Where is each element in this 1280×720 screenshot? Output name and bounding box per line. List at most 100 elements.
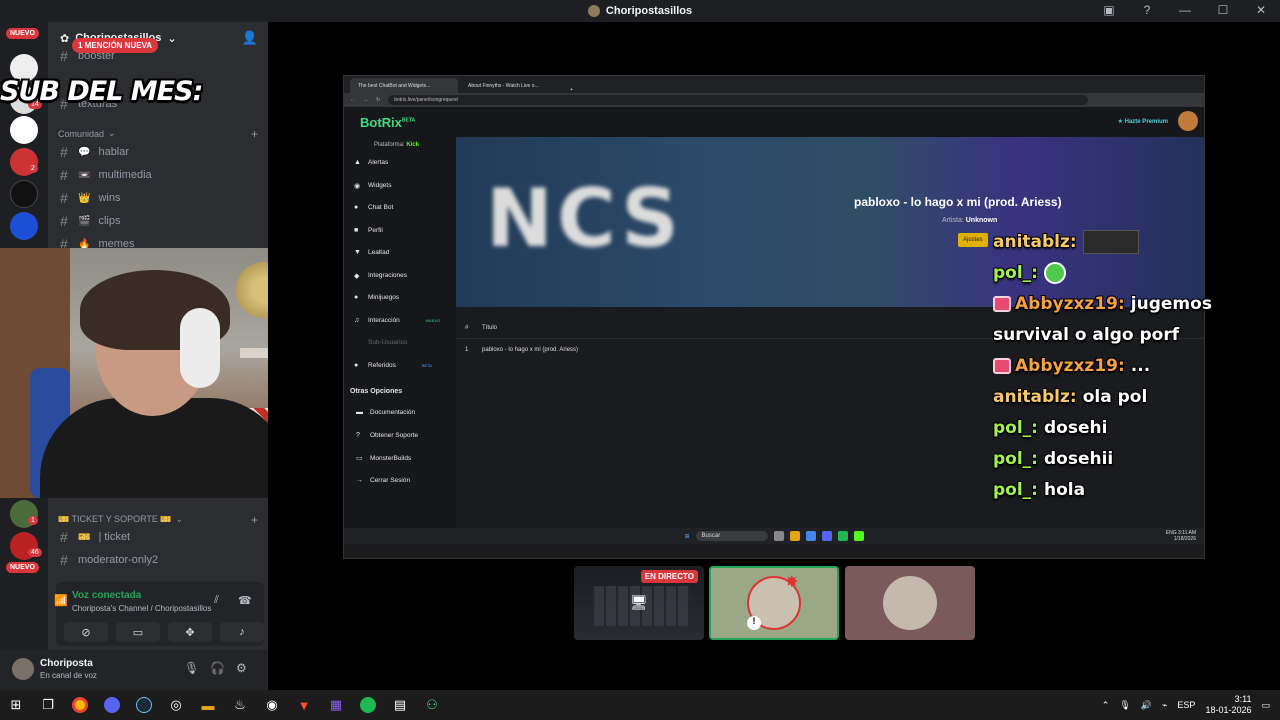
invite-icon[interactable]: 👤	[242, 30, 258, 46]
other-option-item[interactable]: ▭ MonsterBuilds	[356, 454, 411, 463]
heart-badge-icon	[993, 357, 1011, 374]
chat-text: survival o algo porf	[993, 324, 1180, 345]
nav-item[interactable]: ● Referidos BETA	[354, 362, 432, 369]
kick-icon[interactable]	[853, 531, 864, 541]
help-icon[interactable]: ?	[1138, 3, 1156, 17]
noise-suppression-icon[interactable]: ⫽	[214, 594, 219, 607]
url-field[interactable]: botrix.live/panel/songrequest	[388, 95, 1089, 105]
signal-icon[interactable]: 📶	[54, 594, 68, 607]
channel-moderator-only2[interactable]: # moderator-only2	[56, 550, 262, 570]
participant-tile-user[interactable]	[845, 566, 975, 640]
apps-grid-icon[interactable]: ▦	[320, 690, 352, 720]
nav-item[interactable]: Sub-Usuarios	[354, 339, 407, 346]
browser-address-bar: ← → ↻ botrix.live/panel/songrequest	[344, 93, 1204, 107]
server-icon-6[interactable]	[10, 212, 38, 240]
soundboard-button[interactable]: ♪	[220, 622, 264, 642]
participant-tile-stream[interactable]: 🖥 EN DIRECTO	[574, 566, 704, 640]
nav-item[interactable]: ♫ Interacción NUEVO	[354, 317, 440, 324]
spotify-icon[interactable]	[837, 531, 848, 541]
camera-off-button[interactable]: ⊘	[64, 622, 108, 642]
channel-ticket[interactable]: # 🎫 | ticket	[56, 527, 262, 547]
chrome-icon[interactable]	[64, 690, 96, 720]
other-option-item[interactable]: ? Obtener Soporte	[356, 432, 418, 439]
botrix-logo[interactable]: BotRixBETA	[360, 115, 415, 130]
windows-start-icon[interactable]: ⊞	[684, 533, 689, 540]
screen-share-button[interactable]: ▭	[116, 622, 160, 642]
nav-item[interactable]: ▼ Lealtad	[354, 249, 389, 256]
nav-item[interactable]: ● Minijuegos	[354, 294, 399, 301]
chat-overlay: anitablz: pol_: Abbyzxz19: jugemos survival …	[993, 226, 1273, 505]
artist-label: Artista: Unknown	[942, 217, 998, 224]
reload-icon[interactable]: ↻	[376, 97, 380, 103]
new-mention-pill[interactable]: 1 MENCIÓN NUEVA	[72, 38, 159, 53]
discord-icon[interactable]	[821, 531, 832, 541]
voice-status[interactable]: Voz conectada	[72, 590, 141, 601]
add-channel-icon[interactable]: +	[251, 127, 258, 141]
channel-multimedia[interactable]: # 📼 multimedia	[56, 165, 262, 185]
remote-search[interactable]: Buscar	[695, 531, 768, 541]
nav-item[interactable]: ■ Perfil	[354, 227, 383, 234]
maximize-icon[interactable]: ☐	[1214, 3, 1232, 17]
microphone-icon[interactable]: 🎙	[1119, 700, 1130, 711]
back-icon[interactable]: ←	[350, 97, 355, 103]
add-channel-icon[interactable]: +	[251, 513, 258, 527]
close-icon[interactable]: ✕	[1252, 3, 1270, 17]
volume-icon[interactable]: 🔊	[1141, 700, 1152, 711]
obs-icon[interactable]: ◉	[256, 690, 288, 720]
nav-item[interactable]: ◆ Integraciones	[354, 272, 407, 280]
botrix-header: BotRixBETA ★ Hazte Premium	[344, 107, 1204, 137]
emote-image	[1082, 229, 1139, 254]
gear-icon[interactable]: ⚙	[236, 661, 247, 675]
avatar	[883, 576, 937, 630]
spotify-icon[interactable]	[352, 690, 384, 720]
microphone-icon[interactable]: 🎙	[184, 661, 199, 675]
language-indicator[interactable]: ESP	[1177, 700, 1195, 710]
activities-button[interactable]: ✥	[168, 622, 212, 642]
remote-clock: ENG 3:11 AM 1/18/2026	[1165, 530, 1196, 542]
browser-tab-1[interactable]: The best ChatBot and Widgets...	[350, 78, 458, 93]
category-comunidad[interactable]: Comunidad ⌄ +	[58, 127, 258, 141]
headphones-icon[interactable]: 🎧	[210, 661, 225, 675]
browser-tab-2[interactable]: About Finnyths - Watch Live o...	[460, 78, 568, 93]
category-ticket[interactable]: 🎫 TICKET Y SOPORTE 🎫 ⌄ +	[58, 513, 258, 527]
folder-icon[interactable]: ▬	[192, 690, 224, 720]
network-icon[interactable]: ⌁	[1162, 700, 1167, 711]
nav-item[interactable]: ◉ Widgets	[354, 182, 391, 190]
steam-icon[interactable]: ♨	[224, 690, 256, 720]
chat-username: pol_:	[993, 262, 1038, 283]
steam-icon[interactable]	[128, 690, 160, 720]
avatar[interactable]	[12, 658, 34, 680]
channel-clips[interactable]: # 🎬 clips	[56, 211, 262, 231]
channel-hablar[interactable]: # 💬 hablar	[56, 142, 262, 162]
other-option-item[interactable]: ▬ Documentación	[356, 409, 415, 416]
avatar[interactable]	[1178, 111, 1198, 131]
nav-item[interactable]: ▲ Alertas	[354, 159, 388, 166]
forward-icon[interactable]: →	[363, 97, 368, 103]
folder-icon[interactable]	[789, 531, 800, 541]
premium-link[interactable]: ★ Hazte Premium	[1118, 118, 1168, 125]
app-icon[interactable]	[773, 531, 784, 541]
inbox-icon[interactable]: ▣	[1100, 3, 1118, 17]
channel-wins[interactable]: # 👑 wins	[56, 188, 262, 208]
settings-button[interactable]: Ajustes	[958, 233, 988, 247]
app-icon[interactable]: ▤	[384, 690, 416, 720]
notifications-icon[interactable]: ▭	[1261, 700, 1270, 711]
app-icon[interactable]: ◎	[160, 690, 192, 720]
username[interactable]: Choriposta	[40, 658, 93, 669]
chrome-icon[interactable]	[805, 531, 816, 541]
server-icon-3[interactable]	[10, 116, 38, 144]
task-view-icon[interactable]: ❐	[32, 690, 64, 720]
app-icon[interactable]: ⚇	[416, 690, 448, 720]
participant-tile-cat[interactable]: ✸ !	[709, 566, 839, 640]
discord-icon[interactable]	[96, 690, 128, 720]
brave-icon[interactable]: ▼	[288, 690, 320, 720]
other-option-item[interactable]: → Cerrar Sesión	[356, 477, 410, 484]
disconnect-icon[interactable]: ☎	[238, 594, 252, 607]
minimize-icon[interactable]: —	[1176, 3, 1194, 17]
nav-item[interactable]: ● Chat Bot	[354, 204, 393, 211]
chevron-up-icon[interactable]: ⌃	[1102, 700, 1110, 711]
new-tab-icon[interactable]: +	[570, 87, 573, 93]
clock[interactable]: 3:11 18-01-2026	[1205, 694, 1251, 716]
windows-start-icon[interactable]: ⊞	[0, 690, 32, 720]
server-icon-5[interactable]	[10, 180, 38, 208]
